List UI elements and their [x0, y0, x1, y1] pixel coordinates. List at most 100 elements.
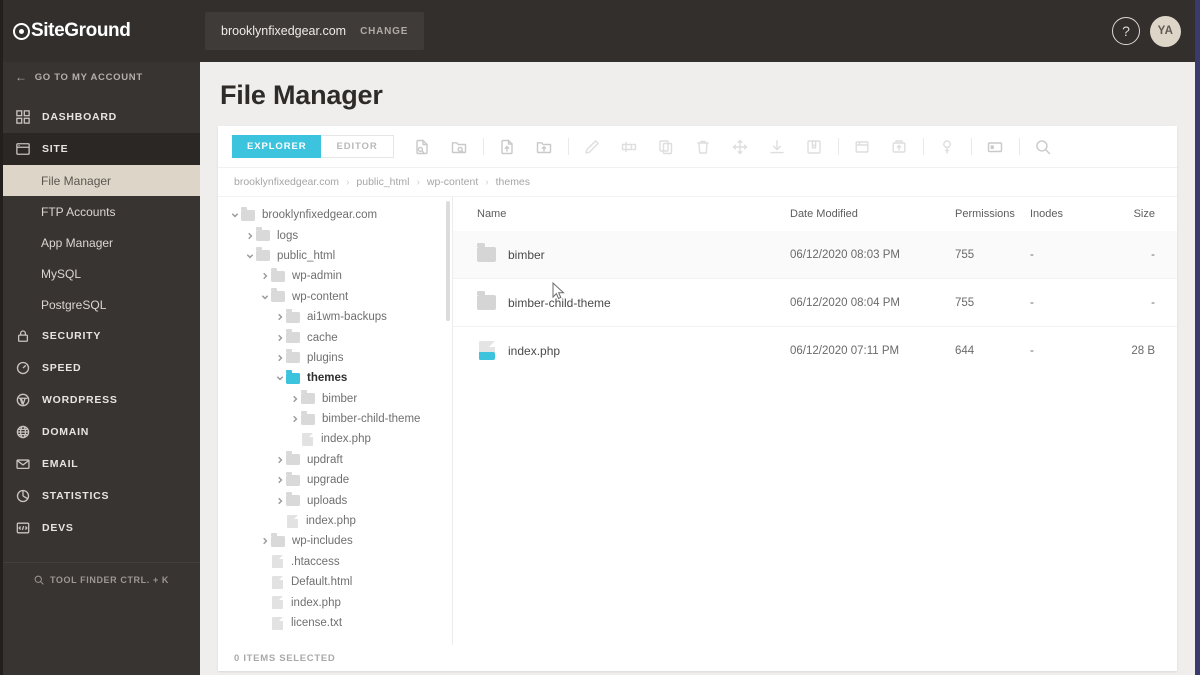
sidebar-item-ftp-accounts[interactable]: FTP Accounts: [3, 196, 200, 227]
column-header-name[interactable]: Name: [453, 208, 790, 220]
new-file-button[interactable]: [404, 132, 441, 162]
tab-editor[interactable]: EDITOR: [321, 135, 394, 158]
tree-node[interactable]: bimber-child-theme: [228, 409, 452, 429]
upload-folder-button[interactable]: [526, 132, 563, 162]
breadcrumb-item[interactable]: public_html: [356, 176, 409, 188]
tree-node[interactable]: wp-includes: [228, 531, 452, 551]
tree-node[interactable]: index.php: [228, 429, 452, 449]
sidebar-item-postgresql[interactable]: PostgreSQL: [3, 289, 200, 320]
chevron-right-icon[interactable]: [273, 354, 286, 362]
download-button[interactable]: [759, 132, 796, 162]
chevron-down-icon[interactable]: [228, 211, 241, 219]
chevron-right-icon[interactable]: [288, 395, 301, 403]
chevron-right-icon[interactable]: [258, 537, 271, 545]
chevron-right-icon[interactable]: [273, 476, 286, 484]
extract-button[interactable]: [881, 132, 918, 162]
tree-node[interactable]: updraft: [228, 450, 452, 470]
tree-node[interactable]: themes: [228, 368, 452, 388]
change-site-button[interactable]: CHANGE: [360, 26, 408, 37]
directory-tree[interactable]: brooklynfixedgear.com logs public_html wp-a…: [218, 197, 453, 645]
siteground-logo-icon: [13, 22, 30, 40]
upload-file-button[interactable]: [489, 132, 526, 162]
pencil-icon: [585, 139, 599, 154]
delete-button[interactable]: [685, 132, 722, 162]
folder-icon: [286, 492, 300, 507]
table-row[interactable]: bimber 06/12/2020 08:03 PM 755 - -: [453, 231, 1177, 278]
sidebar-item-speed[interactable]: SPEED: [3, 352, 200, 384]
tree-node[interactable]: upgrade: [228, 470, 452, 490]
table-row[interactable]: bimber-child-theme 06/12/2020 08:04 PM 755…: [453, 279, 1177, 326]
rename-button[interactable]: [611, 132, 648, 162]
site-subnav: File Manager FTP Accounts App Manager My…: [3, 165, 200, 320]
compress-button[interactable]: [844, 132, 881, 162]
tree-node-label: .htaccess: [291, 555, 340, 568]
chevron-right-icon[interactable]: [258, 272, 271, 280]
sidebar-item-file-manager[interactable]: File Manager: [3, 165, 200, 196]
chevron-down-icon[interactable]: [258, 293, 271, 301]
sidebar-item-mysql[interactable]: MySQL: [3, 258, 200, 289]
topbar: brooklynfixedgear.com CHANGE ? YA: [200, 0, 1195, 62]
go-to-my-account-link[interactable]: ← GO TO MY ACCOUNT: [3, 62, 200, 92]
tool-finder[interactable]: TOOL FINDER CTRL. + K: [3, 562, 200, 590]
folder-options-button[interactable]: [977, 132, 1014, 162]
tree-node[interactable]: bimber: [228, 389, 452, 409]
chevron-right-icon[interactable]: [273, 313, 286, 321]
tree-node[interactable]: wp-content: [228, 287, 452, 307]
tree-node[interactable]: cache: [228, 327, 452, 347]
sidebar-item-site[interactable]: SITE: [3, 133, 200, 165]
table-row[interactable]: index.php 06/12/2020 07:11 PM 644 - 28 B: [453, 327, 1177, 374]
column-header-permissions[interactable]: Permissions: [955, 208, 1030, 220]
tree-node-label: Default.html: [291, 576, 353, 589]
column-header-inodes[interactable]: Inodes: [1030, 208, 1105, 220]
brand-header[interactable]: SiteGround: [3, 0, 200, 62]
chevron-right-icon[interactable]: [273, 456, 286, 464]
chevron-right-icon[interactable]: [273, 497, 286, 505]
new-folder-button[interactable]: [441, 132, 478, 162]
tree-node[interactable]: index.php: [228, 592, 452, 612]
tree-node[interactable]: .htaccess: [228, 552, 452, 572]
tree-node[interactable]: public_html: [228, 246, 452, 266]
site-selector[interactable]: brooklynfixedgear.com CHANGE: [205, 12, 425, 50]
sidebar-item-security[interactable]: SECURITY: [3, 320, 200, 352]
sidebar-item-dashboard[interactable]: DASHBOARD: [3, 101, 200, 133]
chevron-down-icon[interactable]: [243, 252, 256, 260]
chevron-right-icon[interactable]: [288, 415, 301, 423]
move-button[interactable]: [722, 132, 759, 162]
edit-button[interactable]: [574, 132, 611, 162]
sidebar-item-label: SITE: [42, 143, 69, 155]
sidebar-item-statistics[interactable]: STATISTICS: [3, 480, 200, 512]
permissions-button[interactable]: [929, 132, 966, 162]
breadcrumb-item[interactable]: themes: [496, 176, 530, 188]
tab-explorer[interactable]: EXPLORER: [232, 135, 322, 158]
column-header-size[interactable]: Size: [1105, 208, 1155, 220]
tree-node[interactable]: logs: [228, 225, 452, 245]
siteground-logo[interactable]: SiteGround: [13, 20, 131, 42]
tree-node[interactable]: Default.html: [228, 572, 452, 592]
nav-divider: [3, 92, 200, 101]
tree-node[interactable]: ai1wm-backups: [228, 307, 452, 327]
avatar[interactable]: YA: [1150, 15, 1181, 47]
search-button[interactable]: [1025, 132, 1062, 162]
tree-node[interactable]: wp-admin: [228, 266, 452, 286]
sidebar-item-wordpress[interactable]: WORDPRESS: [3, 384, 200, 416]
sidebar-item-app-manager[interactable]: App Manager: [3, 227, 200, 258]
chevron-right-icon[interactable]: [243, 232, 256, 240]
column-header-date-modified[interactable]: Date Modified: [790, 208, 955, 220]
tree-node[interactable]: plugins: [228, 348, 452, 368]
chevron-down-icon[interactable]: [273, 374, 286, 382]
tree-node[interactable]: license.txt: [228, 613, 452, 633]
archive-button[interactable]: [796, 132, 833, 162]
tree-node[interactable]: uploads: [228, 490, 452, 510]
chevron-right-icon[interactable]: [273, 334, 286, 342]
breadcrumb-item[interactable]: brooklynfixedgear.com: [234, 176, 339, 188]
tree-node-label: wp-content: [292, 290, 349, 303]
help-icon[interactable]: ?: [1112, 17, 1140, 45]
tree-scrollbar[interactable]: [446, 201, 450, 321]
sidebar-item-email[interactable]: EMAIL: [3, 448, 200, 480]
tree-node[interactable]: brooklynfixedgear.com: [228, 205, 452, 225]
tree-node[interactable]: index.php: [228, 511, 452, 531]
breadcrumb-item[interactable]: wp-content: [427, 176, 478, 188]
sidebar-item-domain[interactable]: DOMAIN: [3, 416, 200, 448]
sidebar-item-devs[interactable]: DEVS: [3, 512, 200, 544]
copy-button[interactable]: [648, 132, 685, 162]
